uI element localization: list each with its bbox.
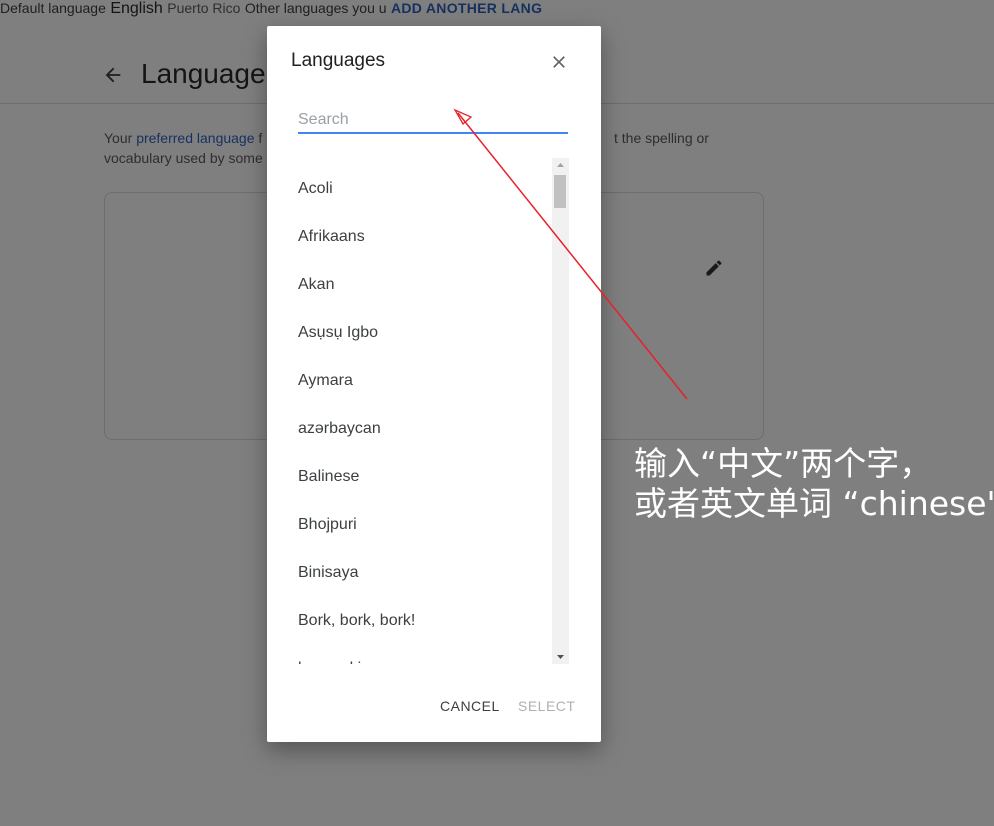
page-title: Language xyxy=(141,58,266,89)
preferred-language-link[interactable]: preferred language xyxy=(136,130,254,146)
scroll-down-arrow-icon[interactable] xyxy=(552,650,569,664)
annotation-text: 输入“中文”两个字， 或者英文单词 “chinese" xyxy=(634,444,994,524)
language-item[interactable]: azərbaycan xyxy=(298,405,550,453)
language-item[interactable]: Aymara xyxy=(298,357,550,405)
intro-tail: t the spelling or xyxy=(614,130,709,146)
language-item[interactable]: bosanski xyxy=(298,645,550,664)
default-language-region: Puerto Rico xyxy=(167,0,241,16)
annotation-line-2: 或者英文单词 “chinese" xyxy=(634,484,994,523)
languages-dialog: Languages Acoli Afrikaans Akan Asụsụ Igb… xyxy=(267,26,601,742)
intro-line2: vocabulary used by some xyxy=(104,150,263,166)
cancel-button[interactable]: CANCEL xyxy=(440,698,500,714)
scrollbar-thumb[interactable] xyxy=(554,175,566,208)
other-languages-label: Other languages you u xyxy=(244,0,387,16)
default-language-label: Default language xyxy=(0,0,106,16)
language-item[interactable]: Bhojpuri xyxy=(298,501,550,549)
pencil-icon[interactable] xyxy=(704,258,724,278)
add-another-language-button[interactable]: ADD ANOTHER LANG xyxy=(391,0,542,16)
intro-prefix: Your xyxy=(104,130,137,146)
annotation-line-1: 输入“中文”两个字， xyxy=(634,444,933,483)
language-item[interactable]: Binisaya xyxy=(298,549,550,597)
scroll-up-arrow-icon[interactable] xyxy=(552,158,569,172)
language-item[interactable]: Akan xyxy=(298,261,550,309)
language-item[interactable]: Balinese xyxy=(298,453,550,501)
language-item[interactable]: Acoli xyxy=(298,165,550,213)
close-icon[interactable] xyxy=(549,52,569,72)
search-input[interactable] xyxy=(298,108,568,134)
dialog-title: Languages xyxy=(291,50,386,71)
language-item[interactable]: Bork, bork, bork! xyxy=(298,597,550,645)
list-scrollbar[interactable] xyxy=(552,158,569,664)
language-item[interactable]: Afrikaans xyxy=(298,213,550,261)
select-button[interactable]: SELECT xyxy=(518,698,575,714)
language-list[interactable]: Acoli Afrikaans Akan Asụsụ Igbo Aymara a… xyxy=(298,158,550,664)
default-language-name: English xyxy=(110,0,163,17)
intro-suffix: f xyxy=(254,130,263,146)
back-arrow-icon[interactable] xyxy=(102,64,124,86)
language-item[interactable]: Asụsụ Igbo xyxy=(298,309,550,357)
